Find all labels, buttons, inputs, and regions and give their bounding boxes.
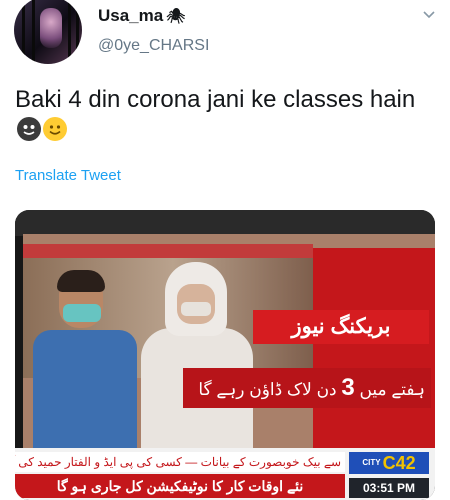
channel-logo-text: C42 bbox=[382, 453, 416, 473]
tv-frame bbox=[15, 210, 435, 236]
broadcast-time: 03:51 PM bbox=[349, 478, 429, 498]
ticker-line-1: سے بیک خوبصورت کے بیانات — کسی کی پی ایڈ… bbox=[15, 452, 345, 472]
face-mask bbox=[63, 304, 101, 322]
avatar-bar bbox=[32, 0, 35, 64]
translate-tweet-link[interactable]: Translate Tweet bbox=[15, 167, 121, 184]
avatar-bar bbox=[22, 0, 25, 64]
dark-face-emoji bbox=[17, 117, 41, 141]
tweet-text: Baki 4 din corona jani ke classes hain bbox=[15, 84, 435, 146]
display-name-text: Usa_ma bbox=[98, 6, 164, 25]
smiling-face-emoji bbox=[43, 117, 67, 141]
channel-small-text: CITY bbox=[362, 458, 381, 467]
avatar-bar bbox=[68, 0, 71, 64]
avatar-figure bbox=[40, 8, 62, 48]
tweet-media-image[interactable]: بریکنگ نیوز ہفتے میں 3 دن لاک ڈاؤن رہے گ… bbox=[15, 210, 435, 500]
channel-logo: CITY C42 bbox=[349, 452, 429, 474]
spider-icon: 🕷 bbox=[166, 8, 186, 25]
avatar-bar bbox=[76, 0, 79, 64]
news-ticker: سے بیک خوبصورت کے بیانات — کسی کی پی ایڈ… bbox=[15, 448, 435, 500]
headline-end: دن لاک ڈاؤن رہے گا bbox=[198, 380, 342, 399]
person-in-ppe bbox=[135, 262, 255, 464]
chevron-down-icon[interactable] bbox=[422, 8, 436, 22]
news-headline: ہفتے میں 3 دن لاک ڈاؤن رہے گا bbox=[183, 368, 431, 408]
man-body bbox=[33, 330, 137, 464]
display-name[interactable]: Usa_ma 🕷 bbox=[98, 6, 185, 26]
user-handle[interactable]: @0ye_CHARSI bbox=[98, 37, 209, 55]
breaking-news-label: بریکنگ نیوز bbox=[253, 310, 429, 344]
man-hair bbox=[57, 270, 105, 292]
tweet-body: Baki 4 din corona jani ke classes hain bbox=[15, 86, 416, 113]
avatar[interactable] bbox=[14, 0, 82, 64]
tweet-header: Usa_ma 🕷 @0ye_CHARSI bbox=[0, 0, 450, 70]
ticker-line-2: نئے اوقات کار کا نوٹیفکیشن کل جاری ہو گا bbox=[15, 474, 345, 498]
shop-awning bbox=[23, 244, 313, 258]
headline-number: 3 bbox=[341, 374, 355, 401]
masked-man bbox=[29, 270, 139, 464]
news-scene: بریکنگ نیوز ہفتے میں 3 دن لاک ڈاؤن رہے گ… bbox=[23, 234, 435, 464]
headline-start: ہفتے میں bbox=[354, 380, 425, 399]
news-red-panel bbox=[313, 248, 435, 464]
ppe-mask bbox=[181, 302, 211, 316]
